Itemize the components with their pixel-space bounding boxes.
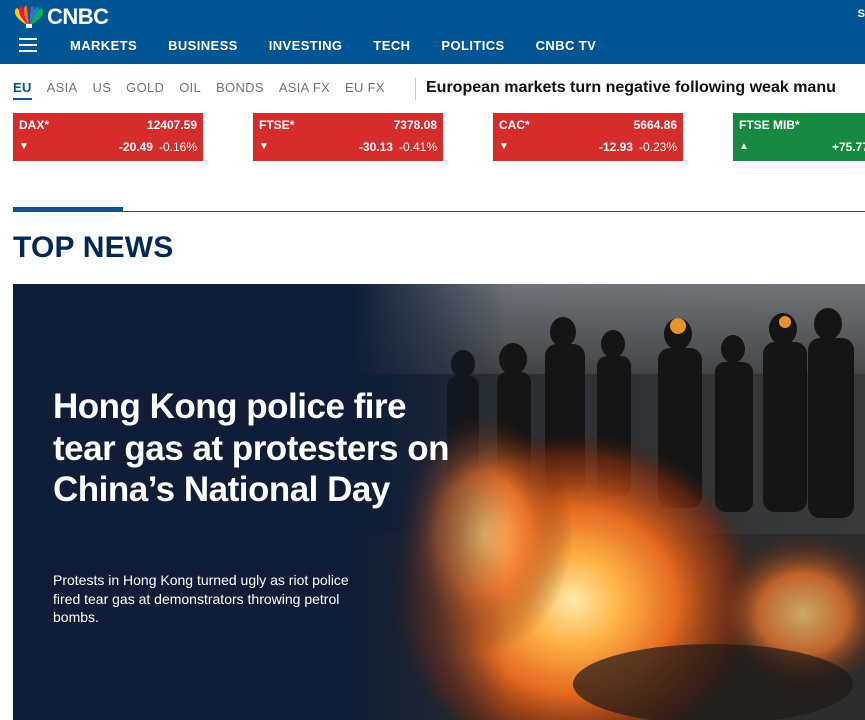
nav-item-politics[interactable]: POLITICS: [441, 39, 504, 53]
quote-card-ftse[interactable]: FTSE* 7378.08 ▼ -30.13 -0.41%: [253, 113, 443, 161]
tab-gold[interactable]: GOLD: [126, 80, 164, 98]
menu-icon[interactable]: [19, 38, 37, 52]
tab-eu[interactable]: EU: [13, 80, 32, 100]
nav-item-investing[interactable]: INVESTING: [269, 39, 343, 53]
market-headline[interactable]: European markets turn negative following…: [426, 79, 836, 97]
nav-item-markets[interactable]: MARKETS: [70, 39, 137, 53]
hero-story[interactable]: Hong Kong police fire tear gas at protes…: [13, 284, 865, 720]
quote-symbol: FTSE MIB*: [739, 118, 800, 132]
tab-oil[interactable]: OIL: [179, 80, 201, 98]
main-nav: MARKETS BUSINESS INVESTING TECH POLITICS…: [70, 39, 627, 53]
section-title: TOP NEWS: [13, 231, 174, 264]
brand-wordmark: CNBC: [47, 4, 109, 29]
quote-price: 7378.08: [393, 118, 437, 132]
down-arrow-icon: ▼: [259, 141, 269, 152]
tab-eu-fx[interactable]: EU FX: [345, 80, 385, 98]
tab-us[interactable]: US: [93, 80, 112, 98]
nav-item-cnbc-tv[interactable]: CNBC TV: [536, 39, 597, 53]
hero-headline[interactable]: Hong Kong police fire tear gas at protes…: [53, 386, 473, 511]
tab-asia-fx[interactable]: ASIA FX: [279, 80, 330, 98]
quote-percent: -0.16%: [158, 140, 197, 154]
quote-price: 5664.86: [633, 118, 677, 132]
quote-percent: -0.41%: [398, 140, 437, 154]
tab-bonds[interactable]: BONDS: [216, 80, 264, 98]
quote-change: -20.49: [118, 140, 153, 154]
quote-symbol: CAC*: [499, 118, 530, 132]
tab-divider: [415, 78, 416, 100]
nav-item-business[interactable]: BUSINESS: [168, 39, 238, 53]
header-right-link[interactable]: S: [858, 8, 865, 20]
quote-change: +75.77: [831, 140, 865, 154]
tab-asia[interactable]: ASIA: [47, 80, 78, 98]
site-header: CNBC S MARKETS BUSINESS INVESTING TECH P…: [0, 0, 865, 64]
quote-change: -30.13: [358, 140, 393, 154]
quote-card-cac[interactable]: CAC* 5664.86 ▼ -12.93 -0.23%: [493, 113, 683, 161]
quote-card-dax[interactable]: DAX* 12407.59 ▼ -20.49 -0.16%: [13, 113, 203, 161]
hero-summary: Protests in Hong Kong turned ugly as rio…: [53, 572, 349, 625]
peacock-icon: [14, 6, 44, 28]
quote-card-ftse-mib[interactable]: FTSE MIB*2 ▲+75.77: [733, 113, 865, 161]
quote-symbol: FTSE*: [259, 118, 295, 132]
quote-price: 12407.59: [146, 118, 197, 132]
nav-item-tech[interactable]: TECH: [373, 39, 410, 53]
down-arrow-icon: ▼: [19, 141, 29, 152]
quote-percent: -0.23%: [638, 140, 677, 154]
section-divider: [13, 211, 865, 212]
down-arrow-icon: ▼: [499, 141, 509, 152]
quote-symbol: DAX*: [19, 118, 50, 132]
market-region-tabs: EU ASIA US GOLD OIL BONDS ASIA FX EU FX: [13, 80, 400, 100]
cnbc-logo[interactable]: CNBC: [12, 6, 109, 28]
up-arrow-icon: ▲: [739, 141, 749, 152]
quote-change: -12.93: [598, 140, 633, 154]
